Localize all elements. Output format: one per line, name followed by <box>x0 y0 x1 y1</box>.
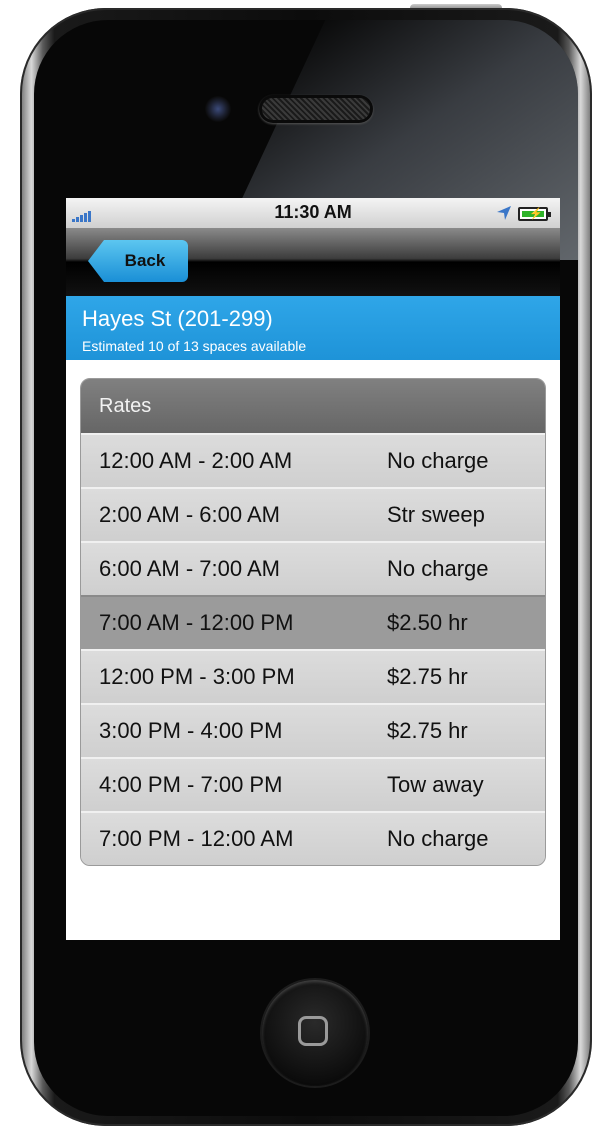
location-header: Hayes St (201-299) Estimated 10 of 13 sp… <box>66 296 560 360</box>
rate-row[interactable]: 6:00 AM - 7:00 AM No charge <box>81 541 545 595</box>
home-button-icon <box>298 1016 328 1046</box>
rate-row[interactable]: 7:00 PM - 12:00 AM No charge <box>81 811 545 865</box>
back-button[interactable]: Back <box>88 240 188 282</box>
rates-header: Rates <box>81 379 545 433</box>
rate-time: 12:00 PM - 3:00 PM <box>99 664 295 689</box>
location-title: Hayes St (201-299) <box>82 306 273 331</box>
rate-price: $2.50 hr <box>387 610 468 635</box>
rate-time: 7:00 PM - 12:00 AM <box>99 826 294 851</box>
rate-time: 4:00 PM - 7:00 PM <box>99 772 283 797</box>
status-time: 11:30 AM <box>274 202 352 222</box>
location-arrow-icon <box>497 206 511 220</box>
rate-price: No charge <box>387 826 489 851</box>
earpiece-speaker <box>262 98 370 120</box>
rate-time: 6:00 AM - 7:00 AM <box>99 556 280 581</box>
status-bar: 11:30 AM ⚡ <box>66 198 560 228</box>
battery-icon: ⚡ <box>518 207 551 221</box>
rates-card: Rates 12:00 AM - 2:00 AM No charge 2:00 … <box>80 378 546 866</box>
battery-charging-icon: ⚡ <box>529 208 543 220</box>
front-camera <box>205 96 231 122</box>
rate-row[interactable]: 4:00 PM - 7:00 PM Tow away <box>81 757 545 811</box>
rate-row-selected[interactable]: 7:00 AM - 12:00 PM $2.50 hr <box>81 595 545 649</box>
home-button[interactable] <box>262 980 368 1086</box>
rate-row[interactable]: 2:00 AM - 6:00 AM Str sweep <box>81 487 545 541</box>
rate-time: 2:00 AM - 6:00 AM <box>99 502 280 527</box>
navigation-bar: Back <box>66 228 560 296</box>
rate-price: Str sweep <box>387 502 485 527</box>
rate-time: 3:00 PM - 4:00 PM <box>99 718 283 743</box>
rate-row[interactable]: 12:00 PM - 3:00 PM $2.75 hr <box>81 649 545 703</box>
rate-time: 12:00 AM - 2:00 AM <box>99 448 293 473</box>
rate-time: 7:00 AM - 12:00 PM <box>99 610 294 635</box>
rate-price: $2.75 hr <box>387 718 468 743</box>
rate-price: No charge <box>387 448 489 473</box>
app-screen: 11:30 AM ⚡ Back Hayes St (201-299) Estim… <box>66 198 560 940</box>
rate-price: No charge <box>387 556 489 581</box>
rate-row[interactable]: 3:00 PM - 4:00 PM $2.75 hr <box>81 703 545 757</box>
rate-price: Tow away <box>387 772 484 797</box>
availability-text: Estimated 10 of 13 spaces available <box>82 338 307 354</box>
rate-row[interactable]: 12:00 AM - 2:00 AM No charge <box>81 433 545 487</box>
rate-price: $2.75 hr <box>387 664 468 689</box>
